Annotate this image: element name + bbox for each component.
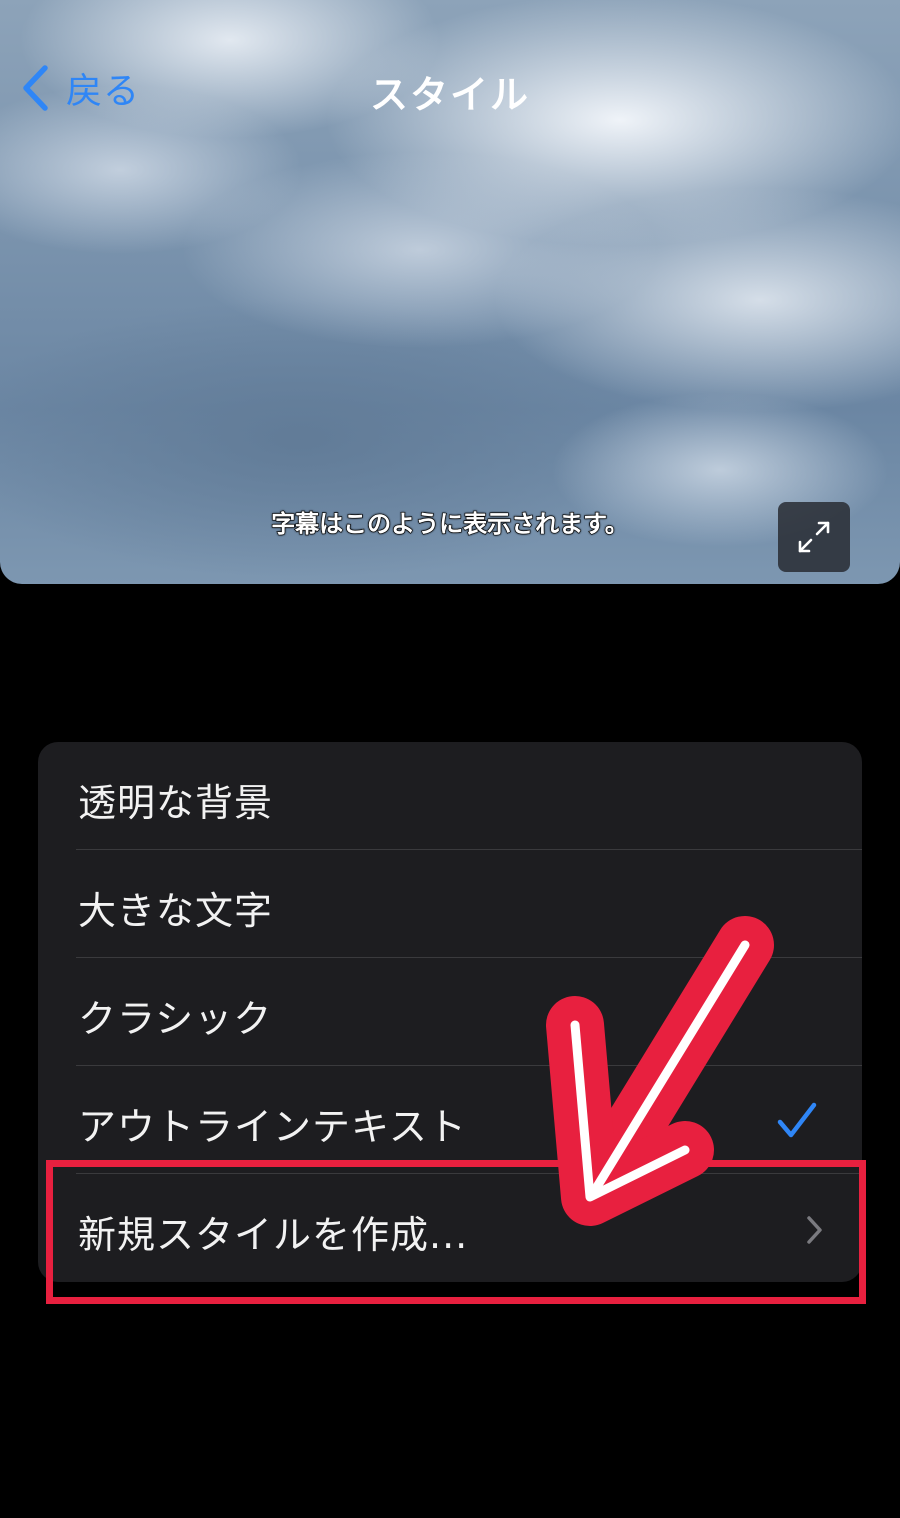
caption-sample-text: 字幕はこのように表示されます。	[271, 509, 630, 538]
create-new-style-label: 新規スタイルを作成...	[78, 1213, 469, 1257]
style-option-transparent-background[interactable]: 透明な背景	[38, 742, 862, 850]
style-option-label: クラシック	[78, 997, 273, 1041]
style-option-outline-text[interactable]: アウトラインテキスト	[38, 1066, 862, 1174]
expand-arrows-icon	[798, 521, 830, 553]
create-new-style-button[interactable]: 新規スタイルを作成...	[38, 1174, 862, 1282]
checkmark-icon	[777, 1102, 817, 1138]
expand-preview-button[interactable]	[778, 502, 850, 572]
chevron-right-icon	[807, 1216, 822, 1244]
caption-preview: 戻る スタイル 字幕はこのように表示されます。	[0, 0, 900, 584]
style-option-label: アウトラインテキスト	[78, 1105, 467, 1149]
style-list: 透明な背景 大きな文字 クラシック アウトラインテキスト 新規スタイルを作成..…	[38, 742, 862, 1282]
style-option-label: 透明な背景	[78, 781, 274, 825]
page-title: スタイル	[369, 73, 530, 117]
navigation-bar: 戻る スタイル	[0, 40, 900, 136]
style-option-label: 大きな文字	[78, 889, 274, 933]
style-option-classic[interactable]: クラシック	[38, 958, 862, 1066]
style-option-large-text[interactable]: 大きな文字	[38, 850, 862, 958]
